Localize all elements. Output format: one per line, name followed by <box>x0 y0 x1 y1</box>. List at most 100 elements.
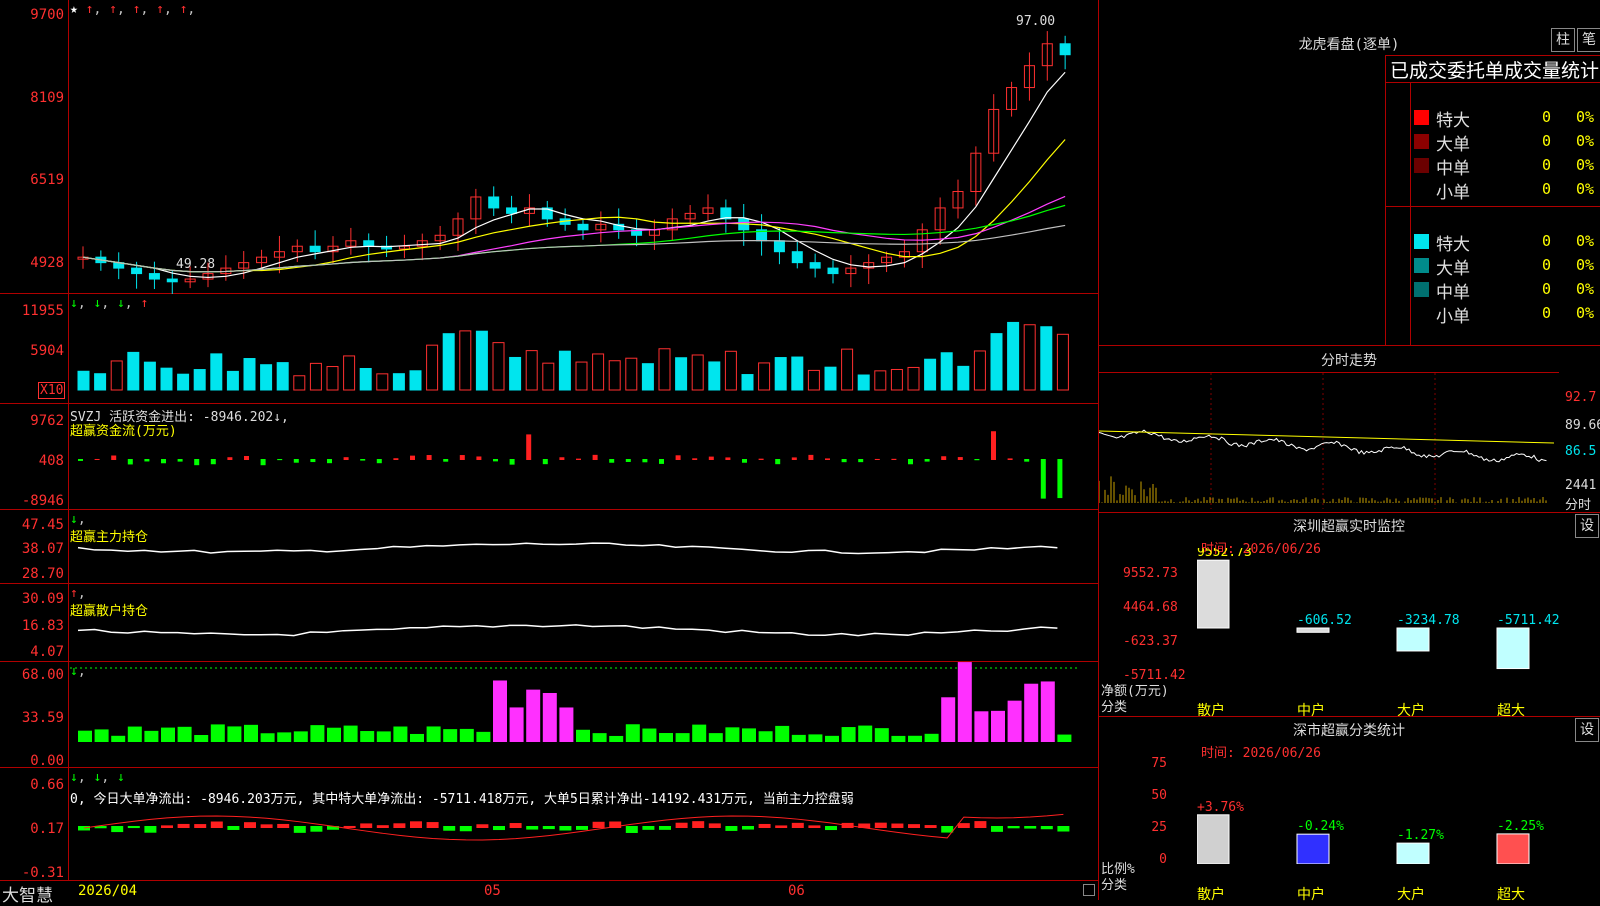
flow-bar <box>791 457 797 460</box>
volume-bar <box>857 374 870 391</box>
flow-bar <box>775 459 781 465</box>
activity-bar <box>625 724 640 742</box>
flow-bar <box>592 454 598 460</box>
intraday-chart[interactable] <box>1098 372 1559 509</box>
volume-bar <box>343 355 356 391</box>
activity-bar <box>410 733 424 742</box>
research-bar <box>360 823 373 828</box>
activity-bar <box>426 726 441 742</box>
activity-bar <box>791 734 806 742</box>
activity-bar <box>227 726 242 742</box>
flow-bar <box>244 455 249 460</box>
candle-body <box>1059 43 1071 56</box>
research-bar <box>957 823 970 828</box>
order-size-label: 特大 <box>1436 235 1470 255</box>
sz-settings-button[interactable]: 设 <box>1575 514 1599 538</box>
flow-bar <box>310 459 316 463</box>
activity-bar <box>376 731 391 742</box>
class-settings-button[interactable]: 设 <box>1575 718 1599 742</box>
research-bar <box>443 826 456 831</box>
bar-value-label: 9552.73 <box>1197 548 1252 560</box>
fund-flow-chart <box>78 431 1063 499</box>
research-bar <box>509 823 522 828</box>
flow-bar <box>393 458 399 460</box>
flow-bar <box>708 456 714 460</box>
flow-bar <box>908 459 913 465</box>
flow-bar <box>957 457 963 460</box>
research-bar <box>576 826 588 830</box>
kline-panel[interactable]: 9700 8109 6519 4928 ★ ↑, ↑, ↑, ↑, ↑, 97.… <box>0 0 1098 294</box>
bar-view-button[interactable]: 柱 <box>1551 28 1575 52</box>
activity-bar <box>542 692 557 742</box>
activity-bar <box>659 733 673 742</box>
activity-bar <box>841 727 856 742</box>
research-bar <box>642 826 655 830</box>
activity-bar <box>957 662 972 742</box>
volume-bar <box>243 358 256 391</box>
candle-body <box>309 245 321 253</box>
order-color-swatch <box>1414 306 1429 321</box>
volume-bar <box>226 370 239 391</box>
research-bar <box>675 822 688 828</box>
tick-view-button[interactable]: 笔 <box>1577 28 1600 52</box>
ai-activity-panel[interactable]: 68.00 33.59 0.00 ↓, <box>0 662 1098 768</box>
activity-bar <box>360 731 375 742</box>
volume-bar <box>1007 321 1020 391</box>
activity-bar <box>310 725 325 742</box>
flow-bar <box>293 459 299 463</box>
research-bar <box>974 821 987 828</box>
volume-bar <box>973 350 986 391</box>
volume-bar <box>807 369 820 391</box>
volume-bar <box>110 360 123 391</box>
order-count: 0 <box>1542 280 1552 298</box>
flow-bar <box>476 456 482 460</box>
retail-holding-chart <box>77 624 1058 637</box>
volume-bar <box>492 342 505 391</box>
order-count: 0 <box>1542 132 1552 150</box>
flow-bar <box>327 459 332 464</box>
flow-bar <box>509 459 515 465</box>
activity-bar <box>891 735 906 742</box>
flow-bar <box>841 459 847 463</box>
volume-panel[interactable]: 11955 5904 X10 ↓, ↓, ↓, ↑ <box>0 294 1098 404</box>
svsh-panel[interactable]: 30.09 16.83 4.07 ↑, 超赢散户持仓 <box>0 584 1098 662</box>
class-bar <box>1296 627 1330 633</box>
volume-bar <box>392 373 405 391</box>
bar-value-label: -3234.78 <box>1397 613 1460 628</box>
bar-value-label: -1.27% <box>1397 828 1444 843</box>
class-bar <box>1496 833 1530 864</box>
volume-bar <box>592 353 605 391</box>
lock-icon[interactable] <box>1083 884 1095 896</box>
svzl-panel[interactable]: 47.45 38.07 28.70 ↓, 超赢主力持仓 <box>0 510 1098 584</box>
volume-bar <box>691 354 704 391</box>
research-bar <box>559 826 572 831</box>
activity-bar <box>758 731 773 742</box>
research-bar <box>825 826 837 831</box>
flow-bar <box>443 459 449 462</box>
category-label: 散户 <box>1197 887 1225 903</box>
category-label: 中户 <box>1297 703 1325 719</box>
candle-body <box>488 196 500 209</box>
research-bar <box>277 823 290 828</box>
volume-bar <box>475 330 488 391</box>
flow-bar <box>874 458 880 460</box>
flow-bar <box>891 458 897 460</box>
volume-bar <box>193 369 206 391</box>
research-bar <box>924 825 937 828</box>
research-bar <box>775 825 788 828</box>
order-size-label: 大单 <box>1436 135 1470 155</box>
order-color-swatch <box>1414 182 1429 197</box>
svzj-panel[interactable]: 9762 408 -8946 SVZJ 活跃资金进出: -8946.202↓, … <box>0 404 1098 510</box>
flow-bar <box>360 459 366 461</box>
volume-bar <box>376 373 389 391</box>
research-bar <box>659 826 671 830</box>
order-size-label: 小单 <box>1436 183 1470 203</box>
activity-bar <box>393 726 408 742</box>
activity-bar <box>210 724 225 742</box>
order-color-swatch <box>1414 234 1429 249</box>
volume-bar <box>276 362 289 391</box>
volume-bar <box>442 333 455 391</box>
ai-research-panel[interactable]: 0.66 0.17 -0.31 ↓, ↓, ↓ 0, 今日大单净流出: -894… <box>0 768 1098 880</box>
flow-bar <box>260 459 266 466</box>
flow-bar <box>177 459 183 462</box>
